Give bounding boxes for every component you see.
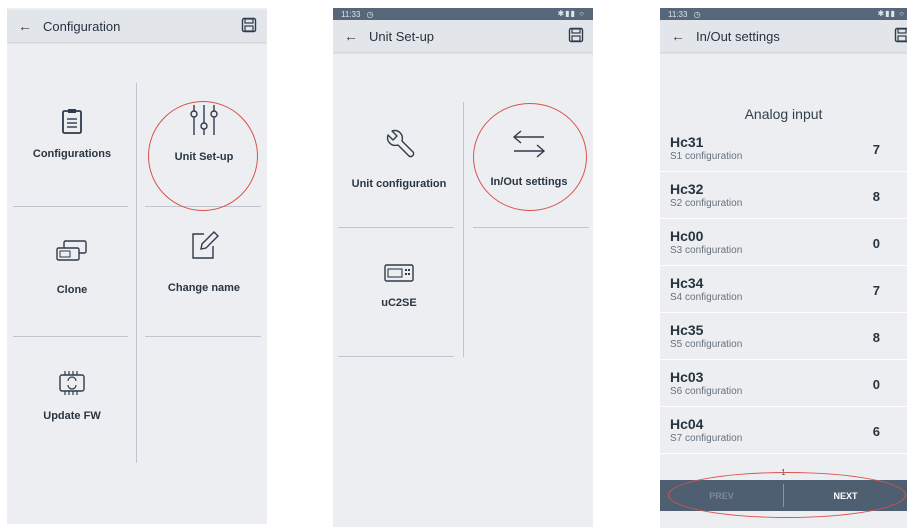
parameter-description: S5 configuration	[670, 339, 743, 350]
page-title: In/Out settings	[696, 28, 780, 44]
inout-settings-label: In/Out settings	[490, 176, 568, 188]
list-item[interactable]: Hc04 S7 configuration 6	[660, 407, 907, 454]
device-icon	[384, 264, 414, 282]
pagination-bar: PREV NEXT	[660, 480, 907, 511]
parameter-value: 0	[872, 377, 880, 392]
status-time: 11:33	[668, 10, 688, 19]
configuration-screen: ← Configuration Configurations Unit Set-…	[7, 8, 267, 524]
alarm-icon: ◷	[693, 10, 701, 19]
grid-divider	[473, 227, 589, 228]
grid-divider	[13, 206, 128, 207]
back-arrow-icon[interactable]: ←	[660, 28, 696, 44]
grid-divider	[463, 102, 464, 357]
configurations-tile[interactable]: Configurations	[11, 108, 133, 160]
grid-divider	[145, 336, 261, 337]
parameter-code: Hc35	[670, 322, 704, 338]
parameter-description: S1 configuration	[670, 151, 743, 162]
next-button[interactable]: NEXT	[784, 480, 907, 511]
parameter-code: Hc32	[670, 181, 704, 197]
back-arrow-icon[interactable]: ←	[7, 18, 43, 34]
app-bar: ← Unit Set-up	[333, 20, 593, 52]
change-name-label: Change name	[167, 282, 241, 294]
wrench-icon	[386, 129, 415, 158]
list-item[interactable]: Hc03 S6 configuration 0	[660, 360, 907, 407]
unit-setup-tile[interactable]: Unit Set-up	[143, 103, 265, 163]
app-bar: ← In/Out settings	[660, 20, 907, 52]
edit-icon	[192, 231, 219, 259]
parameter-description: S6 configuration	[670, 386, 743, 397]
list-item[interactable]: Hc34 S4 configuration 7	[660, 266, 907, 313]
device-tile[interactable]: uC2SE	[337, 263, 461, 309]
clone-label: Clone	[56, 284, 88, 296]
parameter-value: 8	[872, 189, 880, 204]
update-fw-tile[interactable]: Update FW	[11, 370, 133, 422]
list-item[interactable]: Hc00 S3 configuration 0	[660, 219, 907, 266]
save-icon[interactable]	[241, 17, 257, 33]
page-title: Unit Set-up	[369, 28, 435, 44]
list-item[interactable]: Hc31 S1 configuration 7	[660, 125, 907, 172]
parameter-description: S4 configuration	[670, 292, 743, 303]
list-item[interactable]: Hc32 S2 configuration 8	[660, 172, 907, 219]
parameter-value: 7	[872, 283, 880, 298]
page-number: 1	[781, 468, 786, 477]
status-time: 11:33	[341, 10, 361, 19]
sliders-icon	[190, 105, 218, 135]
prev-button[interactable]: PREV	[660, 480, 783, 511]
grid-divider	[145, 206, 261, 207]
clone-tile[interactable]: Clone	[11, 240, 133, 296]
parameter-value: 6	[872, 424, 880, 439]
page-title: Configuration	[43, 18, 121, 34]
analog-input-list: Hc31 S1 configuration 7 Hc32 S2 configur…	[660, 125, 907, 454]
change-name-tile[interactable]: Change name	[143, 230, 265, 294]
unit-configuration-label: Unit configuration	[351, 178, 447, 190]
clipboard-icon	[62, 109, 82, 134]
parameter-value: 0	[872, 236, 880, 251]
status-bar: 11:33 ◷ ✱▮▮ ○	[660, 8, 907, 20]
unit-setup-screen: 11:33 ◷ ✱▮▮ ○ ← Unit Set-up Unit configu…	[333, 8, 593, 527]
parameter-code: Hc34	[670, 275, 704, 291]
back-arrow-icon[interactable]: ←	[333, 28, 369, 44]
unit-setup-label: Unit Set-up	[174, 151, 234, 163]
parameter-code: Hc04	[670, 416, 704, 432]
save-icon[interactable]	[894, 27, 907, 43]
parameter-value: 7	[872, 142, 880, 157]
status-icons: ✱▮▮ ○	[877, 9, 905, 18]
grid-divider	[338, 356, 454, 357]
swap-arrows-icon	[512, 130, 546, 158]
parameter-code: Hc00	[670, 228, 704, 244]
status-bar: 11:33 ◷ ✱▮▮ ○	[333, 8, 593, 20]
update-fw-label: Update FW	[43, 410, 101, 422]
app-bar: ← Configuration	[7, 10, 267, 42]
unit-configuration-tile[interactable]: Unit configuration	[337, 128, 461, 190]
grid-divider	[338, 227, 454, 228]
save-icon[interactable]	[568, 27, 584, 43]
chip-icon	[59, 371, 85, 395]
parameter-value: 8	[872, 330, 880, 345]
status-icons: ✱▮▮ ○	[557, 9, 585, 18]
grid-divider	[13, 336, 128, 337]
configurations-label: Configurations	[32, 148, 112, 160]
parameter-code: Hc31	[670, 134, 704, 150]
alarm-icon: ◷	[366, 10, 374, 19]
parameter-description: S3 configuration	[670, 245, 743, 256]
inout-settings-tile[interactable]: In/Out settings	[467, 128, 591, 188]
clone-icon	[56, 240, 87, 261]
parameter-code: Hc03	[670, 369, 704, 385]
parameter-description: S7 configuration	[670, 433, 743, 444]
grid-divider	[136, 83, 137, 463]
parameter-description: S2 configuration	[670, 198, 743, 209]
section-title: Analog input	[744, 106, 823, 122]
list-item[interactable]: Hc35 S5 configuration 8	[660, 313, 907, 360]
device-label: uC2SE	[381, 297, 417, 309]
inout-settings-screen: 11:33 ◷ ✱▮▮ ○ ← In/Out settings Analog i…	[660, 8, 907, 528]
